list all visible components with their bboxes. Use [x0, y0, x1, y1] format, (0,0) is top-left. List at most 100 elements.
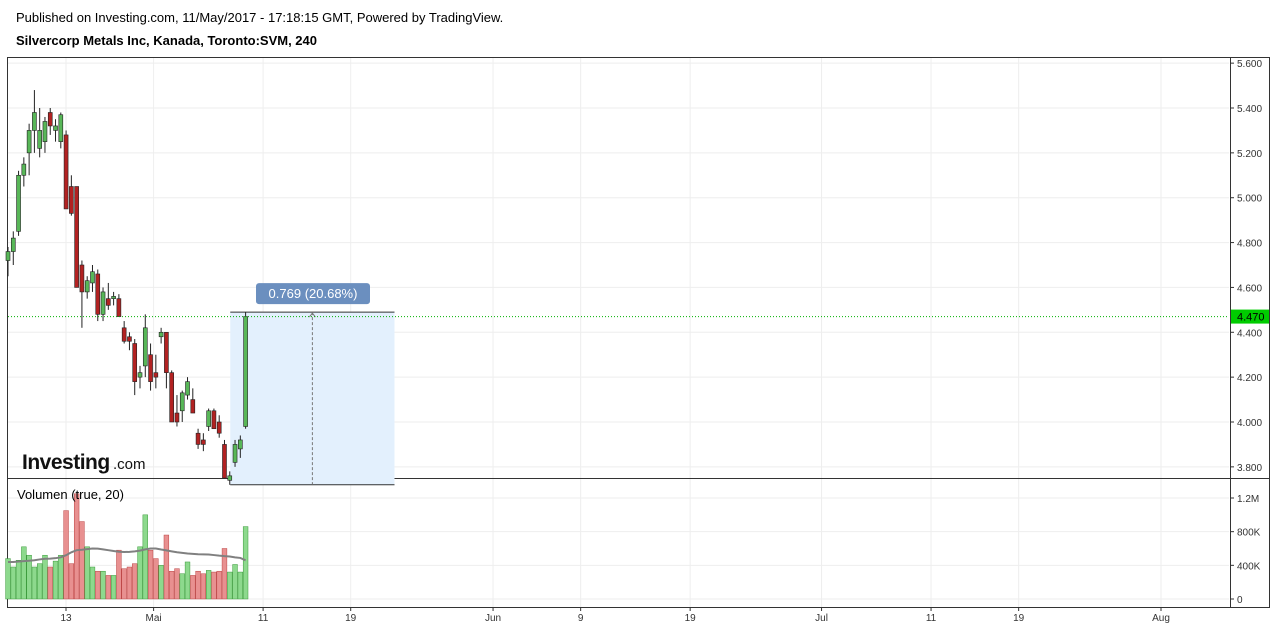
candle-body-32	[174, 412, 180, 423]
candle-body-27	[148, 354, 153, 382]
volume-bar-33	[179, 573, 185, 600]
time-tick-label-8: 11	[926, 613, 937, 624]
candle-body-40	[216, 421, 222, 434]
volume-bar-5	[31, 566, 38, 600]
time-axis-labels: 13 Mai 11 19 Jun 9 19 Jul 11 19 Aug	[60, 607, 1170, 624]
volume-bar-40	[216, 570, 222, 600]
candle-body-36	[195, 432, 201, 445]
candle-body-1	[10, 237, 16, 252]
price-tick-label-5.200: 5.200	[1237, 149, 1262, 160]
volume-bar-7	[42, 554, 48, 600]
volume-bar-1	[10, 566, 16, 600]
candle-body-30	[164, 331, 169, 373]
volume-tick-label-3: 0	[1237, 595, 1243, 606]
grid-lines	[8, 57, 1229, 607]
candle-body-25	[137, 372, 143, 378]
candle-body-37	[201, 439, 206, 445]
volume-bar-13	[73, 493, 80, 600]
chart-canvas[interactable]: 0.769 (20.68%) 4.470 5.600 5.400 5.200 5.00…	[0, 0, 1276, 630]
volume-bar-44	[237, 571, 243, 600]
candle-body-8	[47, 112, 53, 127]
candle-body-34	[185, 381, 190, 396]
candle-body-33	[179, 392, 185, 412]
volume-bars	[5, 493, 249, 600]
logo-brand: Investing	[22, 451, 110, 474]
candle-body-9	[53, 125, 58, 131]
volume-tick-label-1: 800K	[1237, 528, 1261, 539]
candle-body-3	[21, 163, 27, 176]
volume-bar-27	[147, 549, 154, 600]
candle-body-41	[222, 444, 227, 479]
volume-bar-28	[153, 558, 159, 600]
price-tick-label-4.800: 4.800	[1237, 239, 1262, 250]
measure-tool[interactable]: 0.769 (20.68%)	[230, 283, 395, 486]
time-tick-label-7: Jul	[815, 613, 828, 624]
volume-bar-0	[5, 558, 11, 600]
last-price-line: 4.470	[8, 309, 1269, 324]
time-tick-label-4: Jun	[485, 613, 501, 624]
volume-tick-label-2: 400K	[1237, 561, 1261, 572]
volume-bar-24	[132, 563, 138, 600]
price-tick-label-4.400: 4.400	[1237, 328, 1262, 339]
time-tick-label-10: Aug	[1152, 613, 1170, 624]
volume-bar-38	[205, 570, 212, 600]
price-axis-ticks: 5.600 5.400 5.200 5.000 4.800 4.600 4.400 4.200…	[1230, 59, 1262, 474]
volume-panel-title: Volumen (true, 20)	[17, 487, 124, 502]
volume-bar-20	[110, 575, 117, 600]
logo-suffix: .com	[113, 456, 146, 473]
candle-body-31	[169, 372, 174, 423]
time-tick-label-5: 9	[578, 613, 584, 624]
candle-body-44	[238, 439, 243, 450]
price-tick-label-5.600: 5.600	[1237, 59, 1262, 70]
candle-body-11	[63, 134, 69, 210]
candle-body-35	[190, 399, 196, 414]
volume-bar-43	[232, 564, 238, 600]
volume-bar-2	[15, 560, 22, 600]
volume-bar-15	[84, 546, 90, 600]
candle-body-7	[42, 121, 48, 142]
candle-body-14	[79, 264, 85, 293]
time-tick-label-1: Mai	[146, 613, 162, 624]
candle-body-4	[26, 130, 32, 154]
price-tick-label-5.400: 5.400	[1237, 104, 1262, 115]
candle-body-10	[58, 114, 64, 142]
price-tick-label-4.000: 4.000	[1237, 418, 1262, 429]
measure-badge-label: 0.769 (20.68%)	[269, 286, 358, 301]
volume-bar-25	[137, 546, 143, 600]
volume-bar-34	[184, 561, 191, 600]
price-tick-label-4.200: 4.200	[1237, 373, 1262, 384]
volume-bar-9	[52, 560, 59, 600]
time-tick-label-6: 19	[685, 613, 697, 624]
volume-bar-19	[105, 575, 111, 600]
candle-body-2	[16, 174, 21, 232]
candle-body-19	[106, 298, 111, 306]
volume-bar-39	[211, 571, 217, 600]
candle-body-5	[32, 112, 37, 131]
candle-body-0	[5, 251, 11, 261]
candle-body-20	[111, 296, 116, 299]
volume-bar-12	[68, 563, 75, 600]
volume-bar-21	[116, 549, 122, 600]
volume-bar-30	[163, 534, 170, 600]
candle-body-6	[37, 130, 42, 149]
volume-bar-8	[47, 566, 53, 600]
volume-tick-label-0: 1.2M	[1237, 494, 1259, 505]
volume-bar-23	[126, 566, 133, 600]
volume-bar-45	[242, 526, 249, 600]
candle-body-42	[227, 475, 233, 481]
candle-body-23	[127, 336, 132, 342]
candle-body-17	[95, 273, 101, 315]
volume-bar-31	[169, 570, 175, 600]
volume-bar-36	[195, 570, 201, 600]
price-tick-label-5.000: 5.000	[1237, 194, 1262, 205]
candle-body-16	[90, 271, 95, 284]
candle-body-15	[84, 280, 90, 293]
candle-body-18	[100, 291, 106, 315]
volume-bar-6	[37, 563, 43, 600]
candle-body-24	[132, 343, 138, 382]
candle-body-39	[211, 410, 217, 430]
volume-bar-16	[89, 566, 96, 600]
volume-bar-18	[100, 570, 106, 600]
volume-bar-14	[79, 521, 85, 600]
candle-body-28	[153, 372, 159, 378]
